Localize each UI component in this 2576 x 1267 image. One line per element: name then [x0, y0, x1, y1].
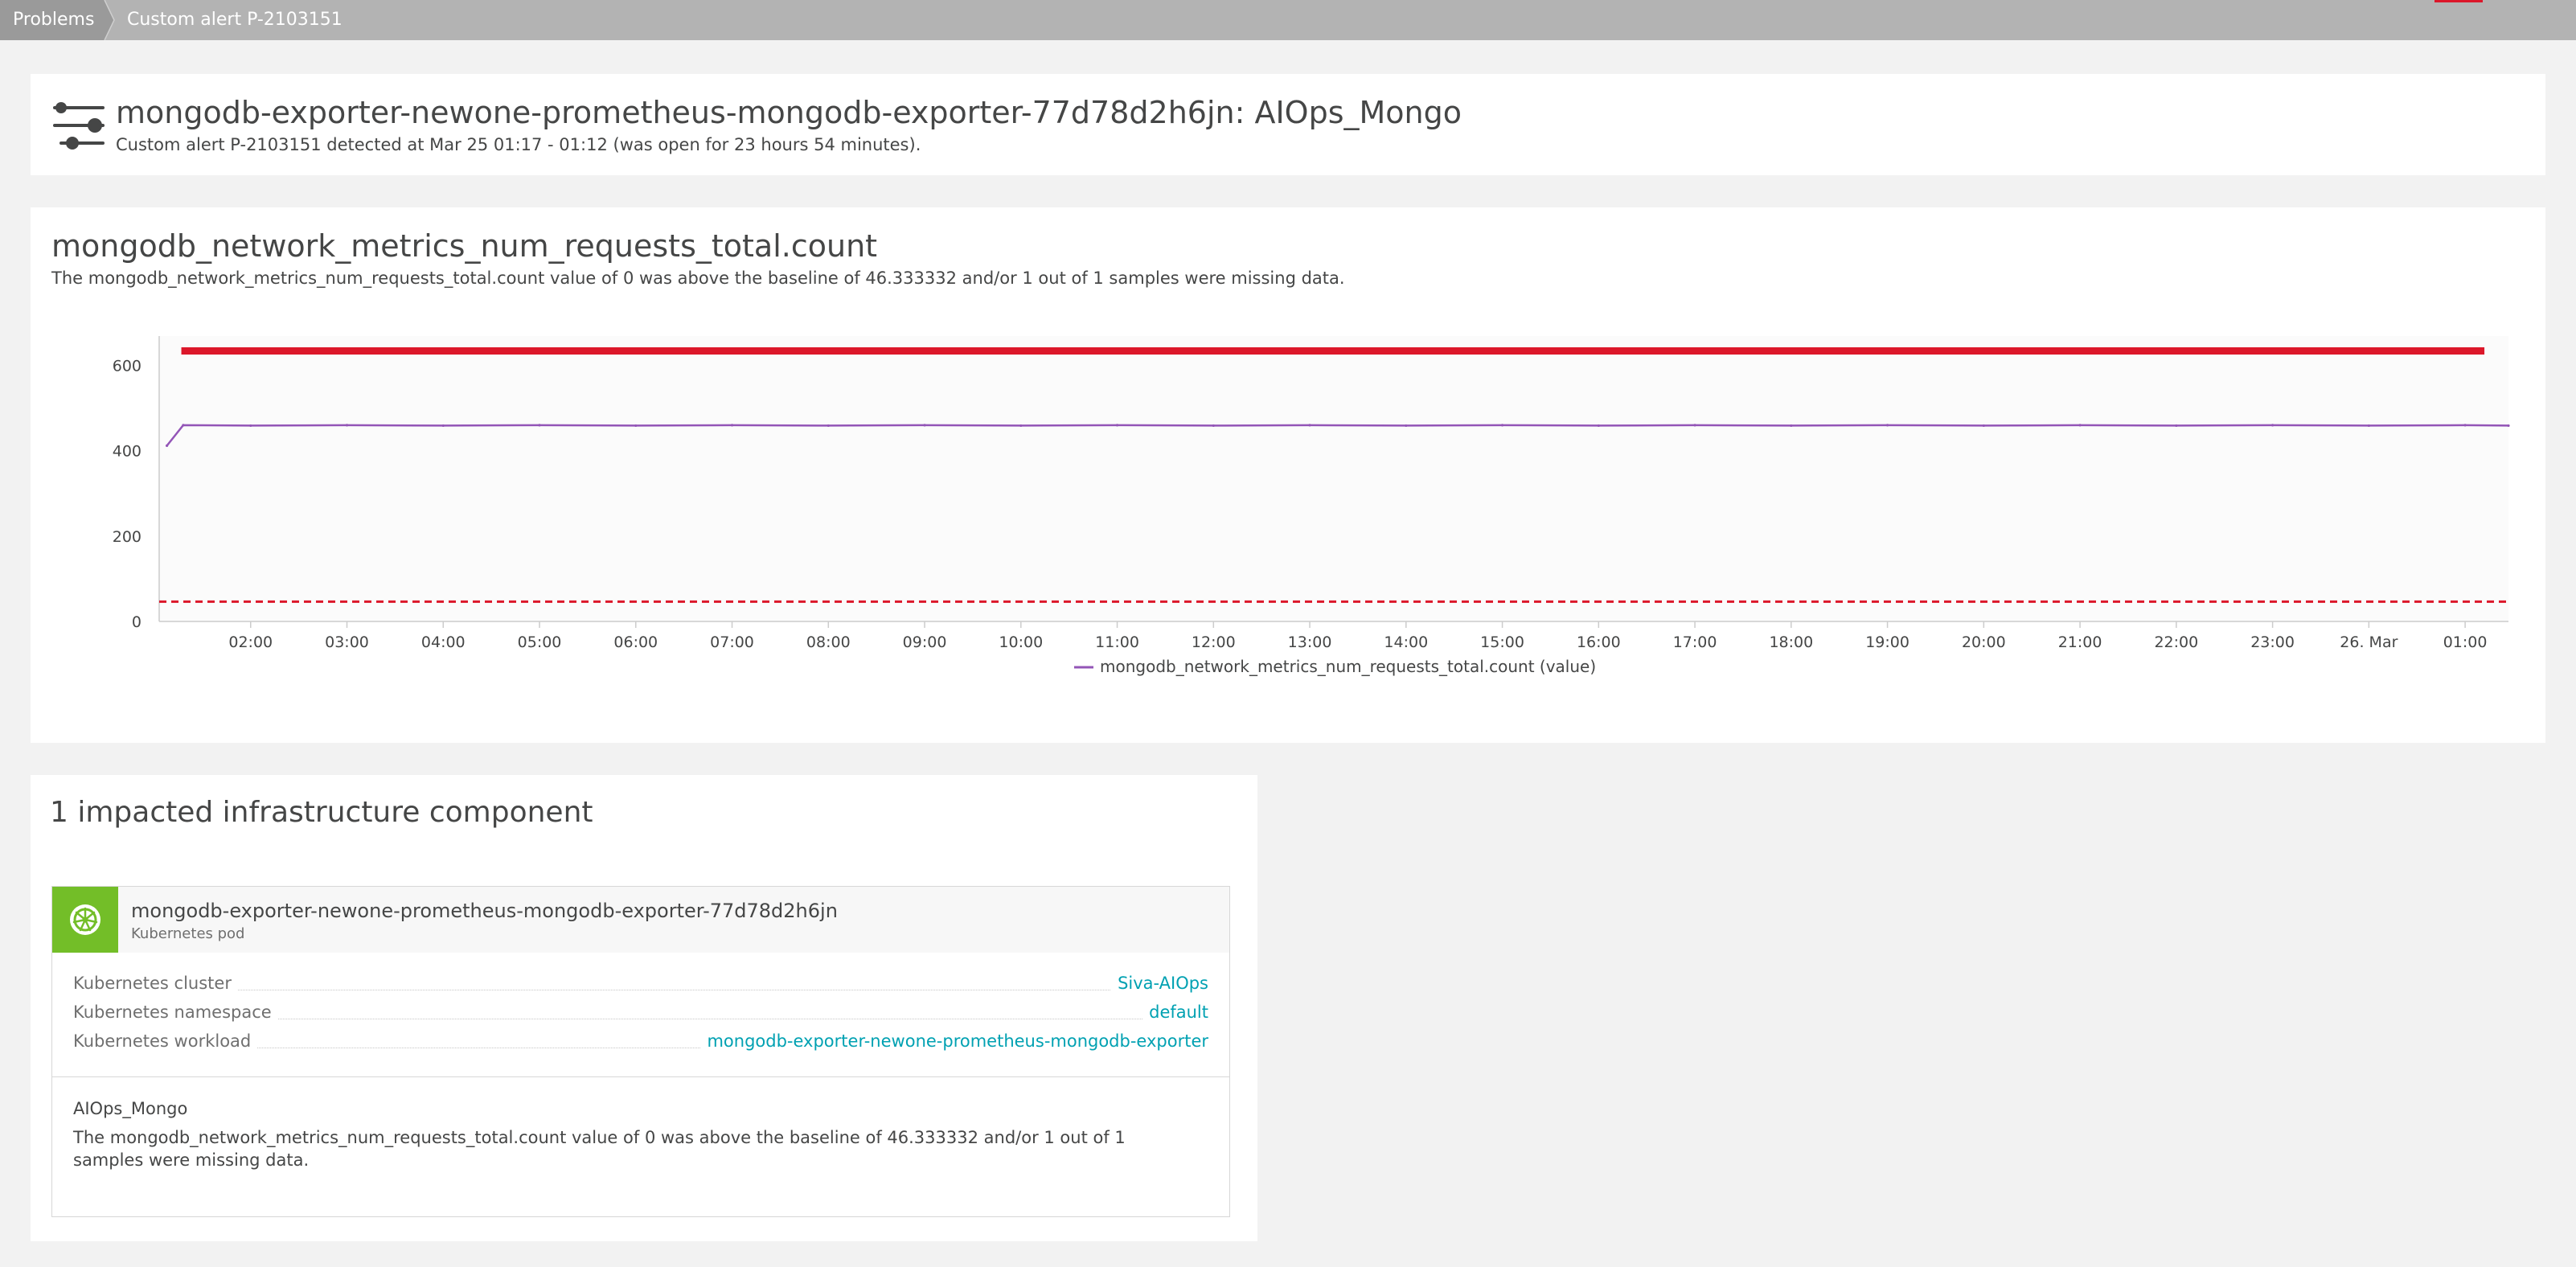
x-tick-label: 10:00: [999, 634, 1043, 651]
impacted-components-panel: 1 impacted infrastructure component mong…: [31, 775, 1257, 1241]
series-point[interactable]: [1500, 424, 1504, 427]
series-point[interactable]: [1308, 424, 1311, 427]
metric-chart-panel: mongodb_network_metrics_num_requests_tot…: [31, 207, 2545, 743]
alert-header-panel: mongodb-exporter-newone-prometheus-mongo…: [31, 74, 2545, 175]
problem-period-bar[interactable]: [181, 347, 2485, 355]
series-point[interactable]: [1885, 424, 1889, 427]
x-tick-label: 14:00: [1384, 634, 1428, 651]
divider: [52, 1076, 1229, 1077]
series-point[interactable]: [165, 444, 169, 447]
series-point[interactable]: [2463, 424, 2467, 427]
plot-area: [159, 336, 2508, 621]
legend-label[interactable]: mongodb_network_metrics_num_requests_tot…: [1100, 657, 1596, 676]
x-tick-label: 05:00: [518, 634, 562, 651]
sliders-icon: [53, 102, 105, 150]
series-point[interactable]: [2175, 424, 2178, 428]
series-point[interactable]: [2078, 424, 2082, 427]
x-tick-label: 06:00: [613, 634, 658, 651]
x-tick-label: 19:00: [1865, 634, 1909, 651]
x-tick-label: 26. Mar: [2340, 634, 2398, 651]
x-tick-label: 02:00: [228, 634, 273, 651]
x-tick-label: 13:00: [1288, 634, 1332, 651]
kubernetes-cluster-link[interactable]: Siva-AIOps: [1111, 974, 1208, 993]
kubernetes-badge: [52, 887, 118, 953]
series-point[interactable]: [1982, 424, 1985, 428]
y-tick-label: 600: [113, 358, 142, 375]
x-tick-label: 20:00: [1962, 634, 2006, 651]
kubernetes-icon: [70, 904, 100, 935]
x-tick-label: 21:00: [2058, 634, 2102, 651]
y-tick-label: 400: [113, 443, 142, 461]
entity-name-link[interactable]: mongodb-exporter-newone-prometheus-mongo…: [131, 900, 838, 922]
series-point[interactable]: [2367, 424, 2370, 428]
x-tick-label: 08:00: [806, 634, 851, 651]
entity-card: mongodb-exporter-newone-prometheus-mongo…: [51, 886, 1230, 1217]
series-point[interactable]: [1115, 424, 1119, 427]
breadcrumb-problems[interactable]: Problems: [0, 0, 101, 40]
breadcrumb-custom-alert[interactable]: Custom alert P-2103151: [127, 0, 343, 40]
x-tick-label: 23:00: [2250, 634, 2295, 651]
event-description: The mongodb_network_metrics_num_requests…: [73, 1128, 1126, 1170]
breadcrumb-separator-icon: [100, 0, 115, 40]
x-tick-label: 07:00: [710, 634, 754, 651]
y-tick-label: 200: [113, 528, 142, 546]
series-point[interactable]: [441, 424, 445, 428]
x-tick-label: 17:00: [1673, 634, 1717, 651]
x-tick-label: 11:00: [1095, 634, 1139, 651]
x-tick-label: 22:00: [2154, 634, 2198, 651]
property-key: Kubernetes cluster: [73, 974, 238, 993]
x-tick-label: 01:00: [2443, 634, 2488, 651]
series-point[interactable]: [1790, 424, 1793, 428]
x-tick-label: 12:00: [1192, 634, 1236, 651]
impacted-components-title: 1 impacted infrastructure component: [50, 796, 593, 829]
property-row-namespace: Kubernetes namespace default: [73, 1003, 1208, 1027]
property-row-workload: Kubernetes workload mongodb-exporter-new…: [73, 1031, 1208, 1056]
series-point[interactable]: [634, 424, 638, 428]
kubernetes-namespace-link[interactable]: default: [1142, 1003, 1208, 1022]
series-point[interactable]: [923, 424, 926, 427]
property-row-cluster: Kubernetes cluster Siva-AIOps: [73, 974, 1208, 998]
series-point[interactable]: [249, 424, 252, 428]
breadcrumb: Problems Custom alert P-2103151: [0, 0, 2576, 40]
series-point[interactable]: [538, 424, 541, 427]
metric-chart[interactable]: 0 200 400 600 02:00 03:00 04:00 05:00 06:00 07:00…: [31, 207, 2545, 743]
property-key: Kubernetes namespace: [73, 1003, 278, 1022]
series-point[interactable]: [1212, 424, 1215, 428]
series-point[interactable]: [1693, 424, 1696, 427]
series-point[interactable]: [182, 424, 185, 427]
property-key: Kubernetes workload: [73, 1031, 258, 1051]
notification-indicator: [2434, 0, 2483, 2]
series-point[interactable]: [2507, 424, 2510, 428]
entity-card-header: mongodb-exporter-newone-prometheus-mongo…: [52, 887, 1229, 953]
event-title: AIOps_Mongo: [73, 1099, 188, 1118]
page-title: mongodb-exporter-newone-prometheus-mongo…: [116, 95, 1462, 130]
x-tick-label: 03:00: [325, 634, 369, 651]
series-point[interactable]: [730, 424, 734, 427]
kubernetes-workload-link[interactable]: mongodb-exporter-newone-prometheus-mongo…: [700, 1031, 1208, 1051]
entity-type: Kubernetes pod: [131, 925, 245, 942]
series-point[interactable]: [345, 424, 349, 427]
x-tick-label: 16:00: [1577, 634, 1621, 651]
alert-detection-summary: Custom alert P-2103151 detected at Mar 2…: [116, 135, 921, 154]
series-point[interactable]: [827, 424, 830, 428]
x-tick-label: 04:00: [421, 634, 466, 651]
series-point[interactable]: [1019, 424, 1023, 428]
series-point[interactable]: [1405, 424, 1408, 428]
x-tick-label: 15:00: [1480, 634, 1524, 651]
series-point[interactable]: [1597, 424, 1600, 428]
y-tick-label: 0: [132, 613, 142, 631]
x-tick-label: 18:00: [1769, 634, 1813, 651]
series-point[interactable]: [2271, 424, 2275, 427]
x-tick-label: 09:00: [903, 634, 947, 651]
